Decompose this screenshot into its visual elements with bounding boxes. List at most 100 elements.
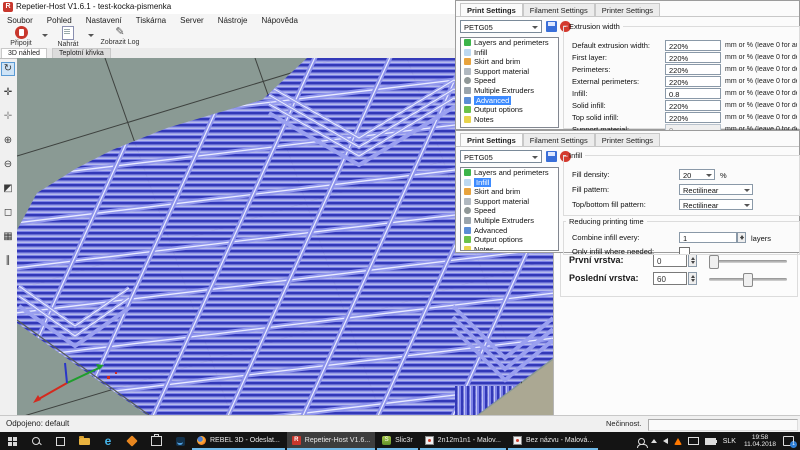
first-layer-spinner[interactable] [688,254,697,267]
top-bottom-pattern-select[interactable]: Rectilinear [679,199,753,210]
preset-dropdown-icon-2 [532,156,538,159]
menu-item-server[interactable]: Server [173,16,211,25]
load-button[interactable]: Nahrát [52,26,84,48]
first-layer-value[interactable]: 0 [653,254,687,267]
antivirus-icon[interactable] [674,438,682,445]
fill-pattern-select[interactable]: Rectilinear [679,184,753,195]
store-icon[interactable] [144,432,168,450]
taskbar-window-slic3r[interactable]: S Slic3r [377,432,418,450]
tab-print-settings-2[interactable]: Print Settings [460,133,523,146]
zoom-in-tool-icon[interactable]: ⊕ [1,134,15,148]
preset-select-2[interactable]: PETG05 [460,150,542,163]
last-layer-slider[interactable] [709,278,787,281]
taskbar-window-firefox[interactable]: REBEL 3D - Odeslat... [192,432,285,450]
menu-item-nastaveni[interactable]: Nastavení [79,16,129,25]
notification-badge: 1 [790,441,797,448]
save-preset-icon-2[interactable] [546,151,557,162]
photo-app-icon[interactable] [120,432,144,450]
front-view-icon[interactable]: ◻ [1,206,15,220]
taskbar-window-paint-1[interactable]: 2n12m1n1 - Malov... [420,432,506,450]
last-layer-spinner[interactable] [688,272,697,285]
perimeters-width-input[interactable]: 220% [665,64,721,75]
paint-icon [425,436,434,445]
idle-status: Nečinnost. [606,419,641,428]
tree-item-advanced-2: Advanced [461,226,558,236]
first-layer-slider-handle[interactable] [709,255,719,269]
last-layer-label: Poslední vrstva: [569,273,639,283]
system-tray: SLK 19:58 11.04.2018 1 [635,434,800,448]
combine-infill-input[interactable]: 1 [679,232,737,243]
search-icon[interactable] [24,432,48,450]
top-view-icon[interactable]: ▦ [1,230,15,244]
top-solid-infill-width-input[interactable]: 220% [665,112,721,123]
tree-item-support-2: Support material [461,197,558,207]
move-object-tool-icon[interactable]: ✛ [1,86,15,100]
edge-icon[interactable]: e [96,432,120,450]
display-icon[interactable] [688,437,699,445]
tab-filament-settings-2[interactable]: Filament Settings [523,133,595,146]
tab-printer-settings-2[interactable]: Printer Settings [595,133,660,146]
rotate-tool-icon[interactable]: ↻ [1,62,15,76]
status-bar: Odpojeno: default Nečinnost. [0,415,800,432]
taskbar-window-paint-2[interactable]: Bez názvu - Malová... [508,432,598,450]
fill-density-select[interactable]: 20 [679,169,715,180]
clock[interactable]: 19:58 11.04.2018 [744,434,776,448]
tree-item-output: Output options [461,105,558,115]
settings-tree[interactable]: Layers and perimeters Infill Skirt and b… [460,37,559,128]
task-view-icon[interactable] [48,432,72,450]
first-layer-slider[interactable] [709,260,787,263]
paint-icon [513,436,522,445]
speed-icon [464,207,471,214]
wrench-icon [464,227,471,234]
tree-item-skirt-2: Skirt and brim [461,187,558,197]
menu-item-pohled[interactable]: Pohled [40,16,79,25]
last-layer-slider-handle[interactable] [743,273,753,287]
paint3d-icon[interactable] [168,432,192,450]
settings-tree-2[interactable]: Layers and perimeters Infill Skirt and b… [460,167,559,251]
move-view-tool-icon[interactable]: ✛ [1,110,15,124]
action-center-icon[interactable]: 1 [783,436,794,446]
load-dropdown-icon[interactable] [88,34,94,37]
battery-icon[interactable] [705,438,716,445]
tab-printer-settings[interactable]: Printer Settings [595,3,660,16]
tab-filament-settings[interactable]: Filament Settings [523,3,595,16]
save-preset-icon[interactable] [546,21,557,32]
tab-print-settings[interactable]: Print Settings [460,3,523,16]
last-layer-value[interactable]: 60 [653,272,687,285]
connect-button[interactable]: Připojit [4,26,38,47]
preset-select[interactable]: PETG05 [460,20,542,33]
hidden-icons-icon[interactable] [651,439,657,443]
combine-infill-spinner[interactable] [737,232,746,243]
menu-item-soubor[interactable]: Soubor [0,16,40,25]
start-button[interactable] [0,432,24,450]
layer-range-panel: První vrstva: 0 Poslední vrstva: 60 [560,248,798,297]
solid-infill-width-input[interactable]: 220% [665,100,721,111]
file-explorer-icon[interactable] [72,432,96,450]
speed-icon [464,77,471,84]
volume-icon[interactable] [663,438,668,444]
menu-item-nastroje[interactable]: Nástroje [211,16,255,25]
main-toolbar: Připojit Nahrát ✎ Zobrazit Log [0,26,455,48]
slicer-window-extrusion: Print Settings Filament Settings Printer… [455,0,800,130]
infill-width-input[interactable]: 0.8 [665,88,721,99]
parallel-projection-icon[interactable]: ∥ [1,254,15,268]
only-infill-checkbox[interactable] [679,247,690,255]
connect-dropdown-icon[interactable] [42,34,48,37]
external-perimeters-width-input[interactable]: 220% [665,76,721,87]
tree-item-layers-2: Layers and perimeters [461,168,558,178]
show-log-button[interactable]: ✎ Zobrazit Log [96,26,144,46]
first-layer-width-input[interactable]: 220% [665,52,721,63]
top-bottom-dropdown-icon [744,204,750,207]
extrusion-width-group: Extrusion width Default extrusion width:… [563,22,800,129]
iso-view-icon[interactable]: ◩ [1,182,15,196]
menu-item-tiskarna[interactable]: Tiskárna [129,16,173,25]
default-extrusion-width-input[interactable]: 220% [665,40,721,51]
output-icon [464,106,471,113]
layers-icon [464,169,471,176]
zoom-out-tool-icon[interactable]: ⊖ [1,158,15,172]
tree-item-infill-2: Infill [461,178,558,188]
taskbar-window-repetier[interactable]: R Repetier-Host V1.6... [287,432,375,450]
people-icon[interactable] [638,438,645,445]
language-indicator[interactable]: SLK [723,438,736,445]
menu-item-napoveda[interactable]: Nápověda [255,16,305,25]
